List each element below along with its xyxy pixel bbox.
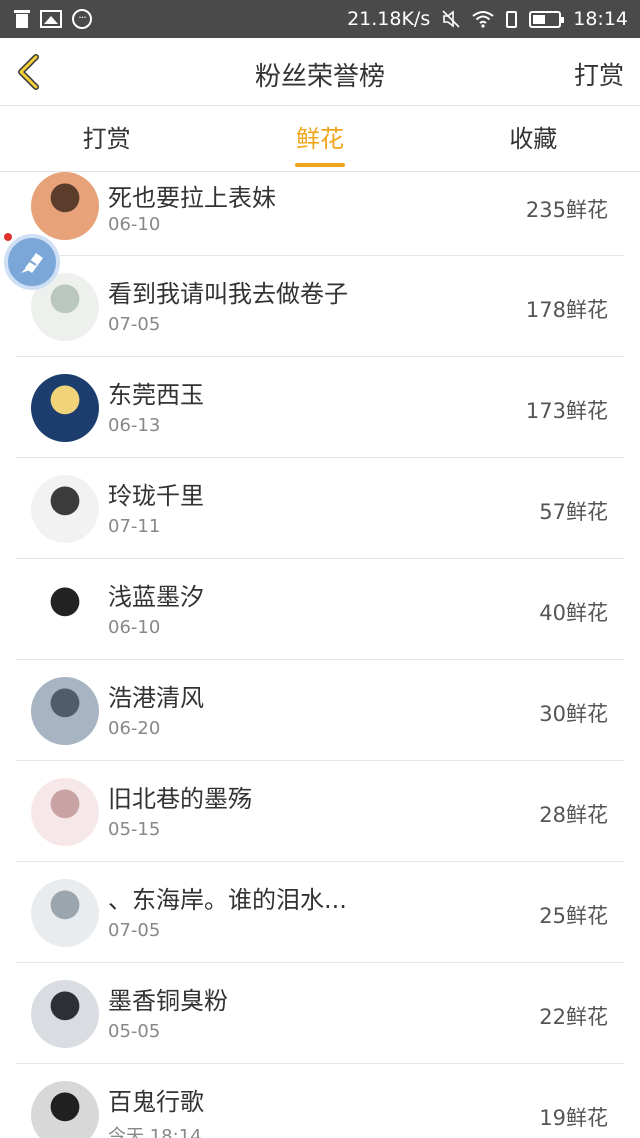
image-icon [40, 10, 62, 28]
list-item[interactable]: 玲珑千里 07-11 57鲜花 [16, 458, 624, 559]
fan-name: 百鬼行歌 [108, 1088, 204, 1116]
status-bar: ··· 21.18K/s 18:14 [0, 0, 640, 38]
flower-count: 235鲜花 [525, 198, 608, 222]
list-item[interactable]: 墨香铜臭粉 05-05 22鲜花 [16, 963, 624, 1064]
flower-count: 25鲜花 [539, 904, 608, 928]
tab-reward[interactable]: 打赏 [0, 106, 213, 171]
flower-count: 22鲜花 [539, 1005, 608, 1029]
date-label: 06-10 [108, 214, 161, 235]
tab-label: 鲜花 [295, 125, 344, 153]
floating-assistant-button[interactable] [4, 234, 60, 290]
list-item[interactable]: 旧北巷的墨殇 05-15 28鲜花 [16, 761, 624, 862]
tab-label: 收藏 [509, 125, 558, 153]
fan-ranking-list: 死也要拉上表妹 06-10 235鲜花 看到我请叫我去做卷子 07-05 178… [0, 172, 640, 1138]
trash-icon [14, 10, 30, 28]
flower-count: 30鲜花 [539, 702, 608, 726]
fan-name: 东莞西玉 [108, 381, 204, 409]
flower-count: 57鲜花 [539, 500, 608, 524]
chevron-left-icon [18, 54, 39, 90]
date-label: 06-13 [108, 415, 161, 436]
avatar[interactable] [31, 879, 99, 947]
list-item[interactable]: 死也要拉上表妹 06-10 235鲜花 [16, 172, 624, 256]
fan-name: 看到我请叫我去做卷子 [108, 280, 348, 308]
fan-name: 玲珑千里 [108, 482, 204, 510]
list-item[interactable]: 看到我请叫我去做卷子 07-05 178鲜花 [16, 256, 624, 357]
back-button[interactable] [10, 48, 58, 96]
status-bar-right: 21.18K/s 18:14 [347, 8, 628, 30]
list-item[interactable]: 东莞西玉 06-13 173鲜花 [16, 357, 624, 458]
list-item[interactable]: 、东海岸。谁的泪水... 07-05 25鲜花 [16, 862, 624, 963]
fan-name: 浩港清风 [108, 684, 204, 712]
flower-count: 19鲜花 [539, 1106, 608, 1130]
fan-name: 、东海岸。谁的泪水... [108, 886, 347, 914]
tab-flowers[interactable]: 鲜花 [213, 106, 426, 171]
date-label: 05-05 [108, 1021, 161, 1042]
battery-icon [529, 10, 565, 28]
tab-favorites[interactable]: 收藏 [427, 106, 640, 171]
avatar[interactable] [31, 374, 99, 442]
date-label: 今天 18:14 [108, 1126, 202, 1138]
wifi-icon [472, 10, 494, 28]
status-bar-left: ··· [14, 8, 92, 30]
fan-name: 浅蓝墨汐 [108, 583, 204, 611]
nav-bar: 粉丝荣誉榜 打赏 [0, 38, 640, 106]
avatar[interactable] [31, 980, 99, 1048]
avatar[interactable] [31, 172, 99, 240]
mute-icon [442, 10, 460, 28]
date-label: 07-05 [108, 314, 161, 335]
more-icon: ··· [72, 9, 92, 29]
brush-icon [21, 253, 43, 273]
network-speed: 21.18K/s [347, 8, 431, 30]
active-tab-indicator [294, 163, 345, 167]
flower-count: 28鲜花 [539, 803, 608, 827]
date-label: 06-10 [108, 617, 161, 638]
flower-count: 173鲜花 [525, 399, 608, 423]
avatar[interactable] [31, 677, 99, 745]
list-item[interactable]: 百鬼行歌 今天 18:14 19鲜花 [16, 1064, 624, 1138]
flower-count: 40鲜花 [539, 601, 608, 625]
reward-button[interactable]: 打赏 [574, 56, 624, 92]
avatar[interactable] [31, 576, 99, 644]
avatar[interactable] [31, 1081, 99, 1138]
date-label: 07-11 [108, 516, 161, 537]
fan-name: 旧北巷的墨殇 [108, 785, 252, 813]
tab-label: 打赏 [82, 125, 131, 153]
tab-bar: 打赏 鲜花 收藏 [0, 106, 640, 172]
flower-count: 178鲜花 [525, 298, 608, 322]
fan-name: 死也要拉上表妹 [108, 184, 276, 212]
date-label: 07-05 [108, 920, 161, 941]
clock: 18:14 [573, 8, 628, 30]
date-label: 05-15 [108, 819, 161, 840]
page-title: 粉丝荣誉榜 [254, 62, 385, 92]
notification-dot [4, 233, 12, 241]
avatar[interactable] [31, 475, 99, 543]
fan-name: 墨香铜臭粉 [108, 987, 228, 1015]
date-label: 06-20 [108, 718, 161, 739]
list-item[interactable]: 浩港清风 06-20 30鲜花 [16, 660, 624, 761]
list-item[interactable]: 浅蓝墨汐 06-10 40鲜花 [16, 559, 624, 660]
avatar[interactable] [31, 778, 99, 846]
sim-icon [506, 10, 518, 28]
